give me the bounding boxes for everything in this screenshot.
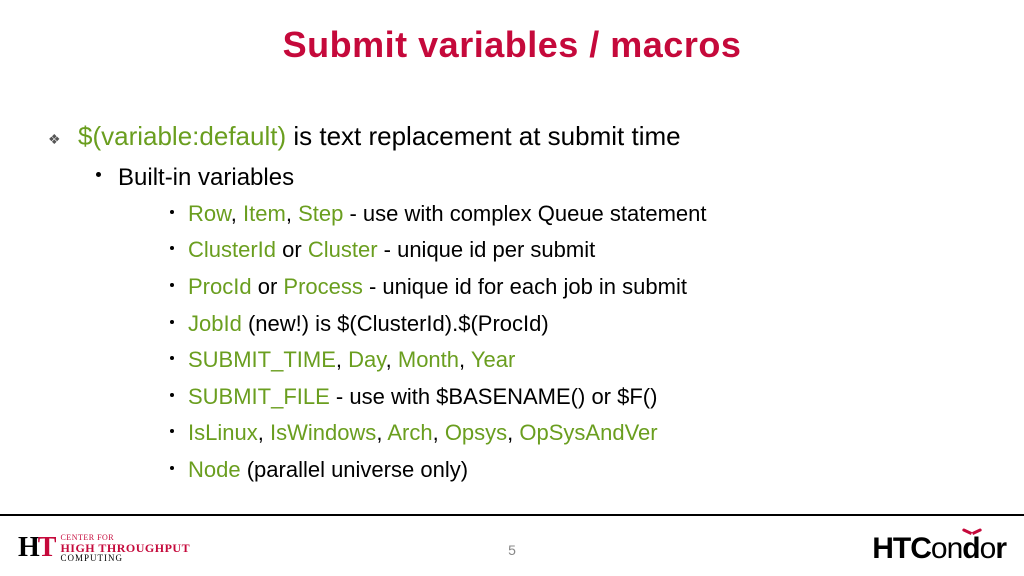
separator: , [459, 347, 471, 372]
separator: or [252, 274, 284, 299]
separator: , [386, 347, 398, 372]
item-description: (parallel universe only) [241, 457, 468, 482]
logo-text-d: d [962, 532, 979, 565]
slide-content: ❖ $(variable:default) is text replacemen… [48, 120, 976, 485]
separator: , [433, 420, 445, 445]
variable-syntax: $(variable:default) [78, 121, 286, 151]
chtc-text: CENTER FOR HIGH THROUGHPUT COMPUTING [60, 534, 190, 563]
keyword: IsLinux [188, 420, 258, 445]
dot-bullet-icon [170, 393, 174, 397]
variable-item: ProcId or Process - unique id for each j… [48, 273, 976, 302]
ht-mark-t: T [38, 532, 55, 563]
separator: or [276, 237, 308, 262]
keyword: ProcId [188, 274, 252, 299]
variable-item: IsLinux, IsWindows, Arch, Opsys, OpSysAn… [48, 419, 976, 448]
logo-text-htc: HTC [872, 532, 931, 565]
keyword: JobId [188, 311, 242, 336]
syntax-description: is text replacement at submit time [286, 121, 680, 151]
item-description: - use with complex Queue statement [343, 201, 706, 226]
slide-footer: HT CENTER FOR HIGH THROUGHPUT COMPUTING … [0, 514, 1024, 576]
item-description: (new!) is $(ClusterId).$(ProcId) [242, 311, 549, 336]
chtc-line3: COMPUTING [60, 554, 190, 563]
htcondor-logo: HTCondor [872, 532, 1006, 566]
variable-list: Row, Item, Step - use with complex Queue… [48, 200, 976, 485]
separator: , [286, 201, 298, 226]
keyword: Opsys [445, 420, 507, 445]
dot-bullet-icon [170, 246, 174, 250]
logo-text-r: r [995, 532, 1006, 565]
subheading: Built-in variables [118, 164, 294, 191]
variable-item: ClusterId or Cluster - unique id per sub… [48, 236, 976, 265]
logo-text-on: on [931, 532, 962, 565]
separator: , [336, 347, 348, 372]
bullet-level-2: Built-in variables [48, 164, 976, 192]
keyword: Day [348, 347, 386, 372]
keyword: Row [188, 201, 231, 226]
dot-bullet-icon [170, 356, 174, 360]
keyword: OpSysAndVer [519, 420, 657, 445]
keyword: ClusterId [188, 237, 276, 262]
condor-bird-icon [962, 526, 982, 536]
variable-item: JobId (new!) is $(ClusterId).$(ProcId) [48, 310, 976, 339]
separator: , [376, 420, 387, 445]
separator: , [507, 420, 519, 445]
keyword: IsWindows [270, 420, 376, 445]
keyword: Cluster [308, 237, 378, 262]
ht-mark-icon: HT [18, 532, 54, 564]
keyword: Node [188, 457, 241, 482]
keyword: Year [471, 347, 515, 372]
variable-item: Node (parallel universe only) [48, 456, 976, 485]
slide-title: Submit variables / macros [0, 0, 1024, 66]
variable-item: SUBMIT_FILE - use with $BASENAME() or $F… [48, 383, 976, 412]
dot-bullet-icon [170, 210, 174, 214]
slide: Submit variables / macros ❖ $(variable:d… [0, 0, 1024, 576]
keyword: SUBMIT_TIME [188, 347, 336, 372]
bullet-level-1: ❖ $(variable:default) is text replacemen… [48, 120, 976, 154]
dot-bullet-icon [170, 283, 174, 287]
chtc-line2: HIGH THROUGHPUT [60, 542, 190, 554]
dot-bullet-icon [170, 320, 174, 324]
ht-mark-h: H [18, 532, 38, 563]
keyword: Process [283, 274, 362, 299]
separator: , [231, 201, 243, 226]
dot-bullet-icon [96, 172, 101, 177]
item-description: - use with $BASENAME() or $F() [330, 384, 658, 409]
separator: , [258, 420, 270, 445]
keyword: Arch [387, 420, 432, 445]
item-description: - unique id per submit [378, 237, 596, 262]
variable-item: SUBMIT_TIME, Day, Month, Year [48, 346, 976, 375]
dot-bullet-icon [170, 429, 174, 433]
page-number: 5 [508, 542, 516, 558]
keyword: SUBMIT_FILE [188, 384, 330, 409]
keyword: Item [243, 201, 286, 226]
chtc-logo: HT CENTER FOR HIGH THROUGHPUT COMPUTING [18, 532, 190, 564]
dot-bullet-icon [170, 466, 174, 470]
keyword: Month [398, 347, 459, 372]
item-description: - unique id for each job in submit [363, 274, 687, 299]
keyword: Step [298, 201, 343, 226]
logo-text-o: o [980, 532, 996, 565]
diamond-bullet-icon: ❖ [48, 130, 61, 148]
variable-item: Row, Item, Step - use with complex Queue… [48, 200, 976, 229]
